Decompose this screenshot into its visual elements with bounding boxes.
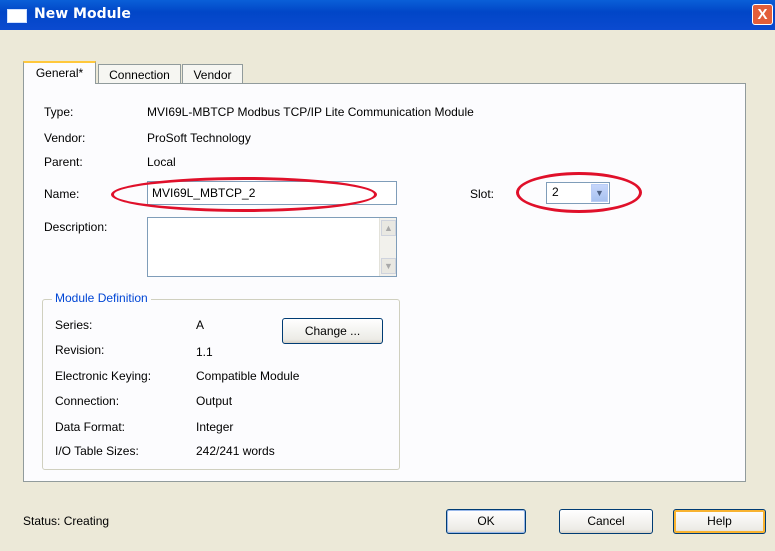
cancel-button[interactable]: Cancel [559,509,653,534]
io-table-sizes-value: 242/241 words [196,444,275,458]
name-label: Name: [44,187,80,201]
description-scrollbar[interactable]: ▲ ▼ [379,218,396,276]
revision-label: Revision: [55,343,105,357]
close-button[interactable]: X [752,4,773,25]
series-label: Series: [55,318,93,332]
slot-label: Slot: [470,187,495,201]
title-bar[interactable]: New Module X [0,0,775,30]
connection-value: Output [196,394,233,408]
scroll-down-icon[interactable]: ▼ [381,258,396,274]
tab-vendor-label: Vendor [193,68,232,82]
name-field[interactable]: MVI69L_MBTCP_2 [147,181,397,205]
chevron-down-icon[interactable]: ▼ [591,184,608,202]
module-definition-title: Module Definition [52,291,151,305]
data-format-label: Data Format: [55,420,126,434]
tab-vendor[interactable]: Vendor [182,64,243,84]
help-button[interactable]: Help [673,509,766,534]
window-title: New Module [34,6,131,22]
keying-value: Compatible Module [196,369,300,383]
slot-dropdown[interactable]: 2 ▼ [546,182,610,204]
vendor-label: Vendor: [44,131,86,145]
parent-value: Local [147,155,176,169]
type-value: MVI69L-MBTCP Modbus TCP/IP Lite Communic… [147,105,474,119]
revision-value: 1.1 [196,345,213,359]
tab-general-label: General* [35,66,84,80]
tab-connection-label: Connection [109,68,170,82]
keying-label: Electronic Keying: [55,369,152,383]
series-value: A [196,318,205,332]
vendor-value: ProSoft Technology [147,131,251,145]
ok-button[interactable]: OK [446,509,526,534]
type-label: Type: [44,105,74,119]
slot-value: 2 [552,185,559,199]
parent-label: Parent: [44,155,83,169]
status-text: Status: Creating [23,514,110,528]
window-icon [7,9,27,23]
io-table-sizes-label: I/O Table Sizes: [55,444,139,458]
tab-general[interactable]: General* [23,61,96,84]
description-label: Description: [44,220,108,234]
tab-connection[interactable]: Connection [98,64,181,84]
change-button[interactable]: Change ... [282,318,383,344]
connection-label: Connection: [55,394,120,408]
scroll-up-icon[interactable]: ▲ [381,220,396,236]
data-format-value: Integer [196,420,234,434]
description-field[interactable] [147,217,397,277]
